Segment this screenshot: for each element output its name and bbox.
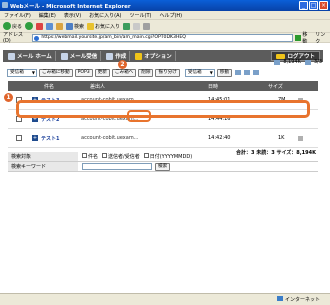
ie-icon	[2, 2, 8, 8]
header-date[interactable]: 日時	[208, 83, 268, 90]
search-submit-button[interactable]: 検索	[155, 162, 171, 171]
search-options: 件名 送信者/受信者 日付(YYYYMMDD)	[78, 153, 192, 160]
folder-select[interactable]: 受信箱	[7, 68, 37, 77]
star-icon	[87, 22, 95, 30]
menu-favorites[interactable]: お気に入り(A)	[85, 12, 125, 19]
back-button[interactable]: 戻る	[3, 22, 22, 30]
print-icon[interactable]	[143, 22, 151, 30]
maximize-button[interactable]: □	[309, 1, 318, 10]
callout-1: 1	[4, 93, 13, 102]
status-zone: インターネット	[276, 296, 320, 303]
menu-help[interactable]: ヘルプ(H)	[155, 12, 186, 19]
expand-icon[interactable]: +	[32, 135, 38, 141]
mail-home-icon	[8, 52, 15, 60]
header-size[interactable]: サイズ	[268, 83, 283, 90]
page-icon	[34, 35, 40, 41]
nav-options[interactable]: オプション	[132, 51, 176, 61]
callout-2: 2	[118, 60, 127, 69]
back-icon	[3, 22, 11, 30]
minimize-button[interactable]: _	[299, 1, 308, 10]
address-input[interactable]: https://webmail.yoursite.jp/am_bin/am_ma…	[32, 33, 294, 42]
search-target-row: 検索対象 件名 送信者/受信者 日付(YYYYMMDD)	[8, 152, 318, 162]
menu-tools[interactable]: ツール(T)	[126, 12, 156, 19]
browser-toolbar: 戻る 検索 お気に入り	[0, 20, 330, 33]
nav-mail-home[interactable]: メール ホーム	[5, 51, 56, 61]
nav-receive[interactable]: メール受信	[58, 51, 102, 61]
search-button[interactable]: 検索	[66, 22, 84, 30]
address-url: https://webmail.yoursite.jp/am_bin/am_ma…	[41, 34, 186, 40]
mail-date: 14:42:40	[208, 135, 231, 141]
disk-icon	[274, 59, 281, 65]
search-keyword-input[interactable]	[82, 163, 152, 170]
inbox-icon	[60, 52, 68, 60]
menu-file[interactable]: ファイル(F)	[0, 12, 35, 19]
opt-sender[interactable]: 送信者/受信者	[102, 153, 140, 160]
checkbox-icon[interactable]	[102, 153, 108, 158]
move-to-trash-button[interactable]: ごみ箱に移動	[39, 68, 73, 77]
sort-button[interactable]: 振り分け	[155, 68, 180, 77]
favorites-button[interactable]: お気に入り	[87, 22, 120, 30]
opt-date[interactable]: 日付(YYYYMMDD)	[143, 153, 192, 160]
webmail-page: メール ホーム メール受信 作成 オプション ログアウト 8,194K 3/3 …	[0, 43, 330, 293]
search-target-label: 検索対象	[8, 152, 78, 161]
mail-from: account-cobit.uexam...	[81, 135, 139, 141]
mail-row[interactable]: + テスト1 account-cobit.uexam... 14:42:40 1…	[8, 129, 318, 148]
menu-view[interactable]: 表示(V)	[60, 12, 85, 19]
globe-icon	[277, 296, 284, 301]
menu-bar: ファイル(F) 編集(E) 表示(V) お気に入り(A) ツール(T) ヘルプ(…	[0, 11, 330, 20]
mail-action-row: 受信箱 ごみ箱に移動 POP3 更新 ごみ箱へ 削除 振り分け 受信箱 移動	[7, 68, 260, 77]
highlight-mail-row	[16, 100, 310, 118]
quota-text: 8,194K	[283, 59, 301, 65]
opt-subject[interactable]: 件名	[82, 153, 98, 160]
delete-button[interactable]: 削除	[138, 68, 154, 77]
key-icon	[276, 53, 286, 59]
mail-table-header: 件名 差出人 日時 サイズ	[8, 81, 318, 91]
update-button[interactable]: 更新	[94, 68, 110, 77]
print-icon[interactable]	[235, 70, 242, 75]
stop-icon[interactable]	[36, 22, 44, 30]
refresh-icon[interactable]	[46, 22, 54, 30]
search-panel: 検索対象 件名 送信者/受信者 日付(YYYYMMDD) 検索キーワード 検索	[8, 152, 318, 172]
menu-edit[interactable]: 編集(E)	[35, 12, 60, 19]
checkbox-icon[interactable]	[143, 153, 149, 158]
empty-trash-button[interactable]: ごみ箱へ	[111, 68, 137, 77]
search-keyword-row: 検索キーワード 検索	[8, 162, 318, 172]
mailbox-info: 8,194K 3/3	[273, 59, 322, 65]
mail-size: 1K	[278, 135, 285, 141]
compose-icon	[106, 52, 114, 60]
home-icon[interactable]	[56, 22, 64, 30]
row-checkbox[interactable]	[16, 135, 22, 141]
history-icon[interactable]	[123, 22, 131, 30]
checkbox-icon[interactable]	[82, 153, 87, 158]
refresh-icon[interactable]	[244, 70, 251, 75]
nav-compose[interactable]: 作成	[103, 51, 131, 61]
header-from[interactable]: 差出人	[90, 83, 190, 90]
page-text: 3/3	[313, 59, 322, 65]
search-keyword-label: 検索キーワード	[8, 162, 78, 171]
search-icon	[66, 22, 74, 30]
address-bar: アドレス(D) https://webmail.yoursite.jp/am_b…	[0, 32, 330, 45]
window-titlebar: Webメール - Microsoft Internet Explorer _ □…	[0, 0, 330, 11]
go-arrow-icon	[295, 34, 302, 41]
mail-table: 件名 差出人 日時 サイズ + テスト3 account-cobit.uexam…	[8, 81, 318, 157]
options-icon	[135, 52, 143, 60]
move-button[interactable]: 移動	[216, 68, 233, 77]
header-subject[interactable]: 件名	[44, 83, 90, 90]
window-controls: _ □ ×	[299, 1, 328, 10]
attachment-icon	[298, 135, 303, 141]
status-bar: インターネット	[0, 293, 330, 305]
close-button[interactable]: ×	[319, 1, 328, 10]
page-icon	[304, 59, 311, 65]
mail-icon[interactable]	[133, 22, 141, 30]
settings-icon[interactable]	[253, 70, 260, 75]
target-folder-select[interactable]: 受信箱	[184, 68, 215, 77]
pop3-button[interactable]: POP3	[74, 68, 93, 77]
window-title: Webメール - Microsoft Internet Explorer	[10, 3, 131, 10]
mail-subject[interactable]: テスト1	[41, 135, 81, 142]
forward-icon[interactable]	[25, 22, 34, 30]
